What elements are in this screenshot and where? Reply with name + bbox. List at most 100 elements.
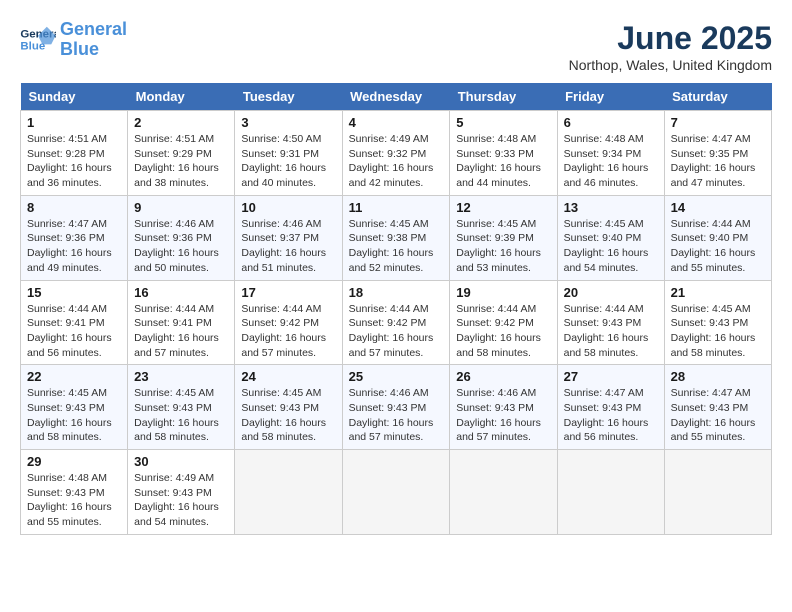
day-number: 1 <box>27 115 121 130</box>
calendar-week-4: 22 Sunrise: 4:45 AM Sunset: 9:43 PM Dayli… <box>21 365 772 450</box>
calendar-cell: 19 Sunrise: 4:44 AM Sunset: 9:42 PM Dayli… <box>450 280 557 365</box>
calendar-cell: 21Sunrise: 4:45 AM Sunset: 9:43 PM Dayli… <box>664 280 771 365</box>
calendar-header-row: SundayMondayTuesdayWednesdayThursdayFrid… <box>21 83 772 111</box>
header-monday: Monday <box>128 83 235 111</box>
day-detail: Sunrise: 4:44 AM Sunset: 9:42 PM Dayligh… <box>241 302 335 361</box>
header-thursday: Thursday <box>450 83 557 111</box>
logo: General Blue General Blue <box>20 20 127 60</box>
calendar-week-1: 1 Sunrise: 4:51 AM Sunset: 9:28 PM Daylig… <box>21 111 772 196</box>
day-detail: Sunrise: 4:45 AM Sunset: 9:43 PM Dayligh… <box>27 386 121 445</box>
calendar-subtitle: Northop, Wales, United Kingdom <box>569 57 772 73</box>
calendar-cell: 10Sunrise: 4:46 AM Sunset: 9:37 PM Dayli… <box>235 195 342 280</box>
day-detail: Sunrise: 4:46 AM Sunset: 9:37 PM Dayligh… <box>241 217 335 276</box>
calendar-cell: 25 Sunrise: 4:46 AM Sunset: 9:43 PM Dayli… <box>342 365 450 450</box>
day-detail: Sunrise: 4:47 AM Sunset: 9:43 PM Dayligh… <box>671 386 765 445</box>
calendar-cell <box>557 450 664 535</box>
day-detail: Sunrise: 4:50 AM Sunset: 9:31 PM Dayligh… <box>241 132 335 191</box>
day-number: 25 <box>349 369 444 384</box>
calendar-cell: 16 Sunrise: 4:44 AM Sunset: 9:41 PM Dayli… <box>128 280 235 365</box>
day-detail: Sunrise: 4:45 AM Sunset: 9:38 PM Dayligh… <box>349 217 444 276</box>
day-number: 21 <box>671 285 765 300</box>
day-detail: Sunrise: 4:44 AM Sunset: 9:42 PM Dayligh… <box>349 302 444 361</box>
calendar-cell: 5 Sunrise: 4:48 AM Sunset: 9:33 PM Daylig… <box>450 111 557 196</box>
calendar-cell <box>342 450 450 535</box>
day-detail: Sunrise: 4:49 AM Sunset: 9:32 PM Dayligh… <box>349 132 444 191</box>
day-detail: Sunrise: 4:49 AM Sunset: 9:43 PM Dayligh… <box>134 471 228 530</box>
calendar-cell: 22 Sunrise: 4:45 AM Sunset: 9:43 PM Dayli… <box>21 365 128 450</box>
day-number: 2 <box>134 115 228 130</box>
day-detail: Sunrise: 4:44 AM Sunset: 9:40 PM Dayligh… <box>671 217 765 276</box>
day-detail: Sunrise: 4:46 AM Sunset: 9:36 PM Dayligh… <box>134 217 228 276</box>
day-number: 6 <box>564 115 658 130</box>
day-detail: Sunrise: 4:47 AM Sunset: 9:43 PM Dayligh… <box>564 386 658 445</box>
logo-text: General Blue <box>60 20 127 60</box>
day-detail: Sunrise: 4:51 AM Sunset: 9:29 PM Dayligh… <box>134 132 228 191</box>
calendar-cell <box>450 450 557 535</box>
page-header: General Blue General Blue June 2025 Nort… <box>20 20 772 73</box>
day-number: 28 <box>671 369 765 384</box>
day-number: 4 <box>349 115 444 130</box>
day-detail: Sunrise: 4:45 AM Sunset: 9:40 PM Dayligh… <box>564 217 658 276</box>
day-number: 29 <box>27 454 121 469</box>
day-detail: Sunrise: 4:48 AM Sunset: 9:43 PM Dayligh… <box>27 471 121 530</box>
calendar-cell: 12 Sunrise: 4:45 AM Sunset: 9:39 PM Dayli… <box>450 195 557 280</box>
day-number: 20 <box>564 285 658 300</box>
day-detail: Sunrise: 4:44 AM Sunset: 9:43 PM Dayligh… <box>564 302 658 361</box>
day-number: 5 <box>456 115 550 130</box>
day-detail: Sunrise: 4:48 AM Sunset: 9:33 PM Dayligh… <box>456 132 550 191</box>
calendar-cell: 6Sunrise: 4:48 AM Sunset: 9:34 PM Daylig… <box>557 111 664 196</box>
calendar-cell: 27 Sunrise: 4:47 AM Sunset: 9:43 PM Dayli… <box>557 365 664 450</box>
day-detail: Sunrise: 4:45 AM Sunset: 9:43 PM Dayligh… <box>241 386 335 445</box>
day-detail: Sunrise: 4:44 AM Sunset: 9:41 PM Dayligh… <box>134 302 228 361</box>
header-wednesday: Wednesday <box>342 83 450 111</box>
calendar-cell: 14Sunrise: 4:44 AM Sunset: 9:40 PM Dayli… <box>664 195 771 280</box>
calendar-cell: 2 Sunrise: 4:51 AM Sunset: 9:29 PM Daylig… <box>128 111 235 196</box>
header-friday: Friday <box>557 83 664 111</box>
day-number: 24 <box>241 369 335 384</box>
calendar-cell: 3 Sunrise: 4:50 AM Sunset: 9:31 PM Daylig… <box>235 111 342 196</box>
calendar-week-2: 8 Sunrise: 4:47 AM Sunset: 9:36 PM Daylig… <box>21 195 772 280</box>
calendar-cell: 8 Sunrise: 4:47 AM Sunset: 9:36 PM Daylig… <box>21 195 128 280</box>
calendar-week-5: 29 Sunrise: 4:48 AM Sunset: 9:43 PM Dayli… <box>21 450 772 535</box>
day-number: 18 <box>349 285 444 300</box>
day-detail: Sunrise: 4:47 AM Sunset: 9:35 PM Dayligh… <box>671 132 765 191</box>
calendar-cell: 18 Sunrise: 4:44 AM Sunset: 9:42 PM Dayli… <box>342 280 450 365</box>
calendar-cell: 28 Sunrise: 4:47 AM Sunset: 9:43 PM Dayli… <box>664 365 771 450</box>
day-number: 11 <box>349 200 444 215</box>
day-detail: Sunrise: 4:44 AM Sunset: 9:41 PM Dayligh… <box>27 302 121 361</box>
day-detail: Sunrise: 4:51 AM Sunset: 9:28 PM Dayligh… <box>27 132 121 191</box>
day-number: 9 <box>134 200 228 215</box>
header-saturday: Saturday <box>664 83 771 111</box>
day-detail: Sunrise: 4:47 AM Sunset: 9:36 PM Dayligh… <box>27 217 121 276</box>
header-tuesday: Tuesday <box>235 83 342 111</box>
day-detail: Sunrise: 4:45 AM Sunset: 9:39 PM Dayligh… <box>456 217 550 276</box>
title-area: June 2025 Northop, Wales, United Kingdom <box>569 20 772 73</box>
header-sunday: Sunday <box>21 83 128 111</box>
day-number: 16 <box>134 285 228 300</box>
calendar-title: June 2025 <box>569 20 772 57</box>
calendar-table: SundayMondayTuesdayWednesdayThursdayFrid… <box>20 83 772 535</box>
day-number: 12 <box>456 200 550 215</box>
calendar-cell: 29 Sunrise: 4:48 AM Sunset: 9:43 PM Dayli… <box>21 450 128 535</box>
calendar-cell: 17Sunrise: 4:44 AM Sunset: 9:42 PM Dayli… <box>235 280 342 365</box>
calendar-cell: 7 Sunrise: 4:47 AM Sunset: 9:35 PM Daylig… <box>664 111 771 196</box>
calendar-cell: 26Sunrise: 4:46 AM Sunset: 9:43 PM Dayli… <box>450 365 557 450</box>
calendar-cell <box>664 450 771 535</box>
day-number: 30 <box>134 454 228 469</box>
calendar-cell: 11 Sunrise: 4:45 AM Sunset: 9:38 PM Dayli… <box>342 195 450 280</box>
calendar-cell: 24 Sunrise: 4:45 AM Sunset: 9:43 PM Dayli… <box>235 365 342 450</box>
day-detail: Sunrise: 4:46 AM Sunset: 9:43 PM Dayligh… <box>349 386 444 445</box>
day-number: 19 <box>456 285 550 300</box>
day-detail: Sunrise: 4:46 AM Sunset: 9:43 PM Dayligh… <box>456 386 550 445</box>
calendar-body: 1 Sunrise: 4:51 AM Sunset: 9:28 PM Daylig… <box>21 111 772 535</box>
day-number: 3 <box>241 115 335 130</box>
calendar-cell: 1 Sunrise: 4:51 AM Sunset: 9:28 PM Daylig… <box>21 111 128 196</box>
day-number: 7 <box>671 115 765 130</box>
day-detail: Sunrise: 4:44 AM Sunset: 9:42 PM Dayligh… <box>456 302 550 361</box>
calendar-cell: 4 Sunrise: 4:49 AM Sunset: 9:32 PM Daylig… <box>342 111 450 196</box>
calendar-week-3: 15Sunrise: 4:44 AM Sunset: 9:41 PM Dayli… <box>21 280 772 365</box>
day-number: 8 <box>27 200 121 215</box>
day-number: 27 <box>564 369 658 384</box>
calendar-cell: 13Sunrise: 4:45 AM Sunset: 9:40 PM Dayli… <box>557 195 664 280</box>
day-number: 22 <box>27 369 121 384</box>
